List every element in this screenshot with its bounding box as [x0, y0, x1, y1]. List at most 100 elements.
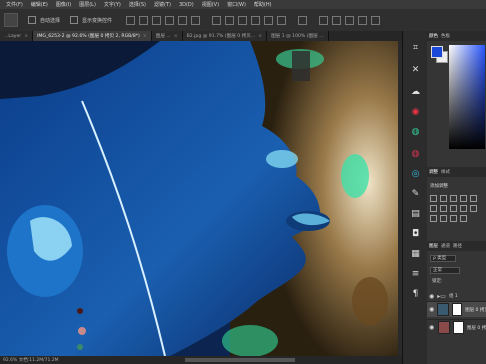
layer-mask-thumbnail	[451, 303, 463, 316]
menu-image[interactable]: 图像(I)	[56, 1, 71, 8]
align-top-icon[interactable]	[126, 15, 136, 25]
document-icon[interactable]: ▤	[409, 207, 422, 220]
move-tool-icon[interactable]	[4, 13, 18, 27]
align-center-icon[interactable]	[178, 15, 188, 25]
tab-layer-1[interactable]: 图层 1 @ 100% (图层 ...	[267, 31, 329, 41]
3d-slide-icon[interactable]	[358, 15, 368, 25]
tab-paths[interactable]: 路径	[453, 243, 462, 249]
brush-icon[interactable]: ✎	[409, 187, 422, 200]
close-icon[interactable]: ×	[174, 34, 178, 39]
bw-icon[interactable]	[450, 205, 457, 212]
slider-icon[interactable]: ≡	[409, 267, 422, 280]
layer-filter-kind[interactable]: ρ 类型	[430, 255, 456, 262]
tab-color[interactable]: 颜色	[429, 33, 438, 39]
document-canvas[interactable]	[0, 41, 398, 356]
blob-icon[interactable]: ☁	[409, 85, 422, 98]
3d-mode-icon[interactable]	[319, 15, 329, 25]
color-panel-tabs: 颜色 色板	[427, 31, 486, 41]
menu-select[interactable]: 选择(S)	[129, 1, 146, 8]
layer-row[interactable]: ◉ 图层 0 拷贝	[427, 319, 486, 335]
distribute-top-icon[interactable]	[212, 15, 222, 25]
adjustment-row-3	[430, 215, 467, 222]
3d-pan-icon[interactable]	[345, 15, 355, 25]
auto-align-icon[interactable]	[298, 15, 308, 25]
vibrance-icon[interactable]	[470, 195, 477, 202]
adjustments-tabs: 调整 样式	[427, 167, 486, 177]
tab-layers[interactable]: 图层	[429, 243, 438, 249]
menu-window[interactable]: 窗口(W)	[227, 1, 246, 8]
3d-scale-icon[interactable]	[371, 15, 381, 25]
gradient-map-icon[interactable]	[460, 215, 467, 222]
tab-img-6253[interactable]: IMG_6253-2 @ 92.6% (图层 0 拷贝 2, RGB/8*) ×	[33, 31, 152, 41]
stamp-b-icon[interactable]: ◍	[409, 147, 422, 160]
inverted-portrait-image	[0, 41, 398, 356]
align-left-icon[interactable]	[165, 15, 175, 25]
distribute-right-icon[interactable]	[277, 15, 287, 25]
hue-icon[interactable]	[430, 205, 437, 212]
close-icon[interactable]: ×	[24, 34, 28, 39]
palette-icon[interactable]: ◉	[409, 105, 422, 118]
color-picker-field[interactable]	[449, 45, 485, 149]
stamp-a-icon[interactable]: ◍	[409, 125, 422, 138]
lock-label: 锁定:	[432, 279, 443, 284]
3d-rotate-icon[interactable]	[332, 15, 342, 25]
close-x-icon[interactable]: ✕	[409, 63, 422, 76]
menu-type[interactable]: 文字(Y)	[104, 1, 121, 8]
menu-view[interactable]: 视图(V)	[202, 1, 219, 8]
brightness-icon[interactable]	[430, 195, 437, 202]
align-bottom-icon[interactable]	[152, 15, 162, 25]
tab-channels[interactable]: 通道	[441, 243, 450, 249]
close-icon[interactable]: ×	[258, 34, 262, 39]
eye-icon[interactable]: ◉	[429, 324, 435, 331]
distribute-bottom-icon[interactable]	[238, 15, 248, 25]
balance-icon[interactable]	[440, 205, 447, 212]
eye-icon[interactable]: ◉	[429, 293, 434, 300]
layer-row[interactable]: ◉ 图层 0 拷贝 2	[427, 301, 486, 317]
transform-icon[interactable]: ⌗	[409, 41, 422, 54]
exposure-icon[interactable]	[460, 195, 467, 202]
right-panel: 颜色 色板 调整 样式 添加调整 图层 通道 路径 ρ 类型 正常 锁定: ◉ …	[427, 31, 486, 364]
text-icon[interactable]: ¶	[409, 287, 422, 300]
curves-icon[interactable]	[450, 195, 457, 202]
blend-mode-select[interactable]: 正常	[430, 267, 460, 274]
status-text: 92.6% 文档:11.2M/71.2M	[3, 358, 59, 363]
options-bar: 自动选择 显示变换控件	[0, 9, 486, 31]
layer-name: 图层 0 拷贝	[466, 325, 486, 331]
invert-icon[interactable]	[430, 215, 437, 222]
show-transform-checkbox[interactable]	[70, 16, 79, 24]
distribute-center-icon[interactable]	[264, 15, 274, 25]
auto-select-checkbox[interactable]	[28, 16, 36, 24]
close-icon[interactable]: ×	[143, 34, 147, 39]
layer-group-row[interactable]: ◉ ▸▭ 组 1	[427, 292, 486, 300]
levels-icon[interactable]	[440, 195, 447, 202]
distribute-left-icon[interactable]	[251, 15, 261, 25]
align-middle-icon[interactable]	[139, 15, 149, 25]
distribute-middle-icon[interactable]	[225, 15, 235, 25]
tab-b2[interactable]: B2.jpg @ 91.7% (图层 0 拷贝... ×	[182, 31, 268, 41]
tab-layer[interactable]: ...Layer ×	[0, 31, 34, 41]
align-right-icon[interactable]	[191, 15, 201, 25]
auto-select-label: 自动选择	[40, 17, 61, 24]
threshold-icon[interactable]	[450, 215, 457, 222]
mixer-icon[interactable]	[470, 205, 477, 212]
menu-edit[interactable]: 编辑(E)	[31, 1, 48, 8]
eye-icon[interactable]: ◉	[429, 306, 434, 313]
target-icon[interactable]: ◎	[409, 167, 422, 180]
tab-adjustments[interactable]: 调整	[429, 169, 438, 175]
status-bar: 92.6% 文档:11.2M/71.2M	[0, 356, 402, 364]
menu-filter[interactable]: 滤镜(T)	[154, 1, 171, 8]
menu-help[interactable]: 帮助(H)	[254, 1, 272, 8]
tab-swatches[interactable]: 色板	[441, 33, 450, 39]
tab-styles[interactable]: 样式	[441, 169, 450, 175]
foreground-color-swatch[interactable]	[431, 46, 443, 58]
menu-file[interactable]: 文件(F)	[6, 1, 23, 8]
photo-filter-icon[interactable]	[460, 205, 467, 212]
tab-layer-2[interactable]: 图层 ... ×	[151, 31, 183, 41]
grid-icon[interactable]: ▦	[409, 247, 422, 260]
menu-layer[interactable]: 图层(L)	[79, 1, 96, 8]
posterize-icon[interactable]	[440, 215, 447, 222]
menu-3d[interactable]: 3D(D)	[179, 2, 194, 8]
layer-thumbnail	[437, 303, 449, 316]
camera-icon[interactable]: ◘	[409, 227, 422, 240]
horizontal-scrollbar[interactable]	[185, 358, 295, 362]
